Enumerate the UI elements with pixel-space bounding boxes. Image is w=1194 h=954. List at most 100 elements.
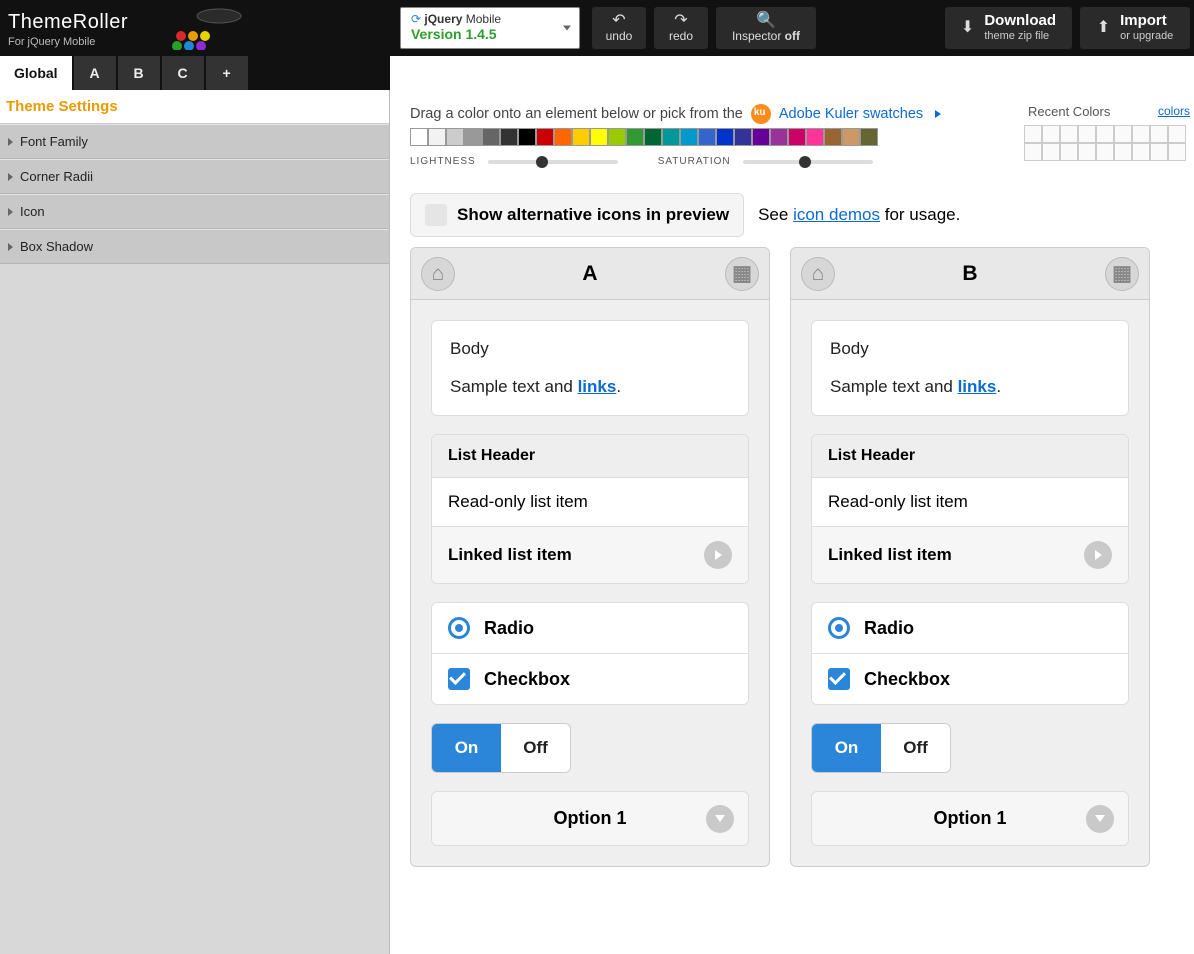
radio-row[interactable]: Radio xyxy=(432,603,748,654)
import-button[interactable]: ⬆ Importor upgrade xyxy=(1080,7,1190,49)
checkbox-icon xyxy=(425,204,447,226)
color-swatch[interactable] xyxy=(590,128,608,146)
body-card: BodySample text and links. xyxy=(811,320,1129,416)
kuler-icon xyxy=(751,104,771,124)
color-swatch[interactable] xyxy=(716,128,734,146)
list-link-item[interactable]: Linked list item xyxy=(432,527,748,583)
color-swatch[interactable] xyxy=(428,128,446,146)
flip-toggle[interactable]: OnOff xyxy=(431,723,571,773)
sidebar-item[interactable]: Font Family xyxy=(0,124,389,159)
download-button[interactable]: ⬇ Downloadtheme zip file xyxy=(945,7,1072,49)
recent-color-slot[interactable] xyxy=(1096,125,1114,143)
color-swatch[interactable] xyxy=(662,128,680,146)
color-swatch[interactable] xyxy=(572,128,590,146)
radio-icon xyxy=(828,617,850,639)
color-swatch[interactable] xyxy=(500,128,518,146)
recent-color-slot[interactable] xyxy=(1114,125,1132,143)
dropdown-arrow-icon xyxy=(563,26,571,31)
icon-demos-link[interactable]: icon demos xyxy=(793,205,880,224)
color-swatch[interactable] xyxy=(824,128,842,146)
sidebar-item[interactable]: Corner Radii xyxy=(0,159,389,194)
color-swatch[interactable] xyxy=(752,128,770,146)
color-swatch[interactable] xyxy=(698,128,716,146)
color-swatch[interactable] xyxy=(518,128,536,146)
tab-a[interactable]: A xyxy=(74,56,116,90)
saturation-slider[interactable] xyxy=(743,160,873,164)
color-swatch[interactable] xyxy=(464,128,482,146)
form-group: RadioCheckbox xyxy=(811,602,1129,705)
sidebar-item[interactable]: Box Shadow xyxy=(0,229,389,264)
color-swatch[interactable] xyxy=(806,128,824,146)
color-swatch[interactable] xyxy=(410,128,428,146)
alt-icons-toggle[interactable]: Show alternative icons in preview xyxy=(410,193,744,237)
flip-toggle[interactable]: OnOff xyxy=(811,723,951,773)
top-bar: ThemeRoller For jQuery Mobile ⟳ jQuery M… xyxy=(0,0,1194,56)
recent-color-slot[interactable] xyxy=(1042,143,1060,161)
check-icon xyxy=(448,668,470,690)
recent-color-slot[interactable] xyxy=(1078,143,1096,161)
home-icon[interactable]: ⌂ xyxy=(801,257,835,291)
grid-icon[interactable]: ▦ xyxy=(725,257,759,291)
tab-b[interactable]: B xyxy=(118,56,160,90)
list-item: Read-only list item xyxy=(432,478,748,527)
tab-c[interactable]: C xyxy=(162,56,204,90)
color-swatch[interactable] xyxy=(536,128,554,146)
tab-+[interactable]: + xyxy=(206,56,248,90)
recent-color-slot[interactable] xyxy=(1042,125,1060,143)
recent-color-slot[interactable] xyxy=(1150,143,1168,161)
color-swatch[interactable] xyxy=(644,128,662,146)
check-icon xyxy=(828,668,850,690)
color-swatch[interactable] xyxy=(788,128,806,146)
sample-link[interactable]: links xyxy=(578,377,617,396)
color-swatch[interactable] xyxy=(734,128,752,146)
recent-color-slot[interactable] xyxy=(1168,143,1186,161)
undo-icon: ↶ xyxy=(612,13,625,29)
recent-color-slot[interactable] xyxy=(1150,125,1168,143)
radio-row[interactable]: Radio xyxy=(812,603,1128,654)
list-link-item[interactable]: Linked list item xyxy=(812,527,1128,583)
version-selector[interactable]: ⟳ jQuery Mobile Version 1.4.5 xyxy=(400,7,580,49)
list-header: List Header xyxy=(812,435,1128,478)
sidebar-title: Theme Settings xyxy=(0,90,389,124)
select-menu[interactable]: Option 1 xyxy=(811,791,1129,846)
recent-color-slot[interactable] xyxy=(1096,143,1114,161)
recent-color-slot[interactable] xyxy=(1060,125,1078,143)
logo-icon xyxy=(142,0,262,56)
download-icon: ⬇ xyxy=(961,20,974,36)
color-swatch[interactable] xyxy=(554,128,572,146)
checkbox-row[interactable]: Checkbox xyxy=(432,654,748,704)
color-swatch[interactable] xyxy=(860,128,878,146)
home-icon[interactable]: ⌂ xyxy=(421,257,455,291)
select-menu[interactable]: Option 1 xyxy=(431,791,749,846)
redo-button[interactable]: ↷ redo xyxy=(654,7,708,49)
sidebar-item[interactable]: Icon xyxy=(0,194,389,229)
color-swatch[interactable] xyxy=(446,128,464,146)
kuler-link[interactable]: Adobe Kuler swatches xyxy=(779,106,923,122)
grid-icon[interactable]: ▦ xyxy=(1105,257,1139,291)
sample-link[interactable]: links xyxy=(958,377,997,396)
color-swatch[interactable] xyxy=(626,128,644,146)
recent-color-slot[interactable] xyxy=(1168,125,1186,143)
recent-color-slot[interactable] xyxy=(1024,143,1042,161)
color-swatch[interactable] xyxy=(680,128,698,146)
recent-colors-link[interactable]: colors xyxy=(1158,104,1190,119)
recent-color-slot[interactable] xyxy=(1078,125,1096,143)
inspector-button[interactable]: 🔍 Inspector off xyxy=(716,7,816,49)
recent-color-slot[interactable] xyxy=(1060,143,1078,161)
recent-color-slot[interactable] xyxy=(1132,143,1150,161)
color-swatch[interactable] xyxy=(770,128,788,146)
color-swatch[interactable] xyxy=(482,128,500,146)
color-swatch[interactable] xyxy=(608,128,626,146)
chevron-down-icon xyxy=(706,805,734,833)
recent-color-slot[interactable] xyxy=(1114,143,1132,161)
main-area: Recent Colors colors Drag a color onto a… xyxy=(390,56,1194,954)
upload-icon: ⬆ xyxy=(1097,20,1110,36)
color-swatch[interactable] xyxy=(842,128,860,146)
undo-button[interactable]: ↶ undo xyxy=(592,7,646,49)
tab-global[interactable]: Global xyxy=(0,56,72,90)
recent-color-slot[interactable] xyxy=(1132,125,1150,143)
recent-color-slot[interactable] xyxy=(1024,125,1042,143)
chevron-down-icon xyxy=(1086,805,1114,833)
checkbox-row[interactable]: Checkbox xyxy=(812,654,1128,704)
lightness-slider[interactable] xyxy=(488,160,618,164)
